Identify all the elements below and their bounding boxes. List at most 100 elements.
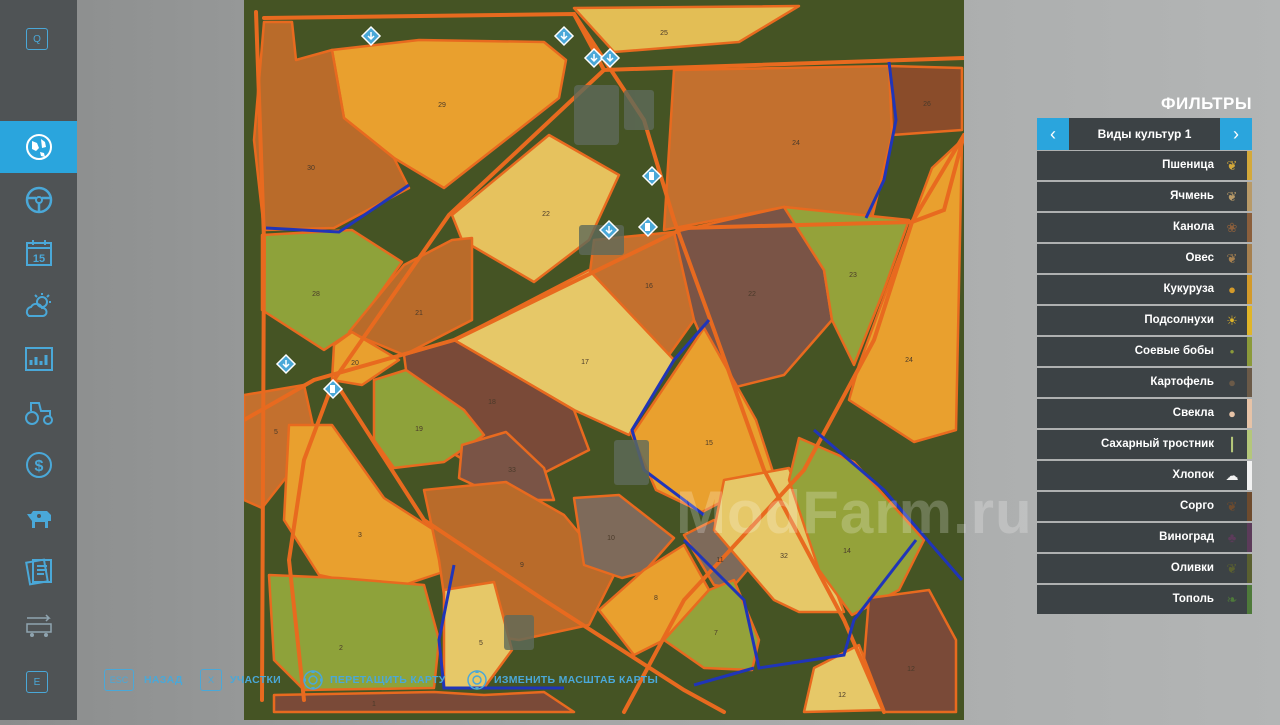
crop-filter-row[interactable]: Сахарный тростник ┃	[1037, 430, 1252, 459]
grape-icon: ♣	[1227, 530, 1237, 545]
x-key-hint: X	[200, 669, 222, 691]
filter-type-selector[interactable]: ‹ Виды культур 1 ›	[1037, 118, 1252, 150]
help-fields[interactable]: X УЧАСТКИ	[200, 668, 281, 692]
calendar-tab[interactable]: 15	[0, 227, 77, 279]
help-drag-map: ПЕРЕТАЩИТЬ КАРТУ	[302, 668, 446, 692]
field-label: 33	[508, 467, 516, 474]
field-label: 22	[748, 291, 756, 298]
crop-filter-label: Овес	[1185, 252, 1214, 264]
field-label: 26	[923, 101, 931, 108]
crop-filter-label: Оливки	[1170, 562, 1214, 574]
crop-color-swatch	[1247, 151, 1252, 180]
animals-tab[interactable]	[0, 492, 77, 544]
money-icon: $	[25, 452, 52, 478]
oat-icon: ❦	[1226, 251, 1238, 266]
filter-next-button[interactable]: ›	[1220, 118, 1252, 150]
field-label: 14	[843, 548, 851, 555]
field-label: 5	[274, 429, 278, 436]
field-label: 8	[654, 595, 658, 602]
crop-color-swatch	[1247, 275, 1252, 304]
help-back-label: НАЗАД	[144, 674, 183, 686]
crop-filter-row[interactable]: Кукуруза ●	[1037, 275, 1252, 304]
crop-filter-row[interactable]: Подсолнухи ☀	[1037, 306, 1252, 335]
map-tab[interactable]	[0, 121, 77, 173]
stats-icon	[24, 347, 53, 371]
crop-filter-row[interactable]: Виноград ♣	[1037, 523, 1252, 552]
field-label: 23	[849, 272, 857, 279]
potato-icon: ●	[1228, 375, 1236, 390]
crop-filter-row[interactable]: Овес ❦	[1037, 244, 1252, 273]
crop-color-swatch	[1247, 399, 1252, 428]
crop-color-swatch	[1247, 554, 1252, 583]
field-label: 7	[714, 630, 718, 637]
crop-filter-row[interactable]: Ячмень ❦	[1037, 182, 1252, 211]
crop-filter-label: Пшеница	[1162, 159, 1214, 171]
production-tab[interactable]	[0, 598, 77, 650]
crop-filter-label: Сорго	[1179, 500, 1214, 512]
crop-filter-label: Канола	[1173, 221, 1214, 233]
sugarcane-icon: ┃	[1228, 437, 1236, 452]
crop-filter-label: Подсолнухи	[1144, 314, 1214, 326]
help-back[interactable]: ESC НАЗАД	[104, 668, 183, 692]
soybean-icon: •	[1229, 344, 1235, 359]
crop-filter-row[interactable]: Соевые бобы •	[1037, 337, 1252, 366]
crop-color-swatch	[1247, 244, 1252, 273]
crop-filter-row[interactable]: Хлопок ☁	[1037, 461, 1252, 490]
cotton-icon: ☁	[1225, 468, 1239, 483]
wheat-icon: ❦	[1226, 158, 1238, 173]
crop-filter-row[interactable]: Свекла ●	[1037, 399, 1252, 428]
field-label: 9	[520, 562, 524, 569]
steering-wheel-icon	[25, 186, 52, 214]
crop-color-swatch	[1247, 368, 1252, 397]
statistics-tab[interactable]	[0, 333, 77, 385]
field-label: 11	[716, 557, 723, 564]
crop-color-swatch	[1247, 585, 1252, 614]
field-label: 3	[358, 532, 362, 539]
watermark-text: ModFarm.ru	[676, 479, 1033, 546]
sorghum-icon: ❦	[1226, 499, 1238, 514]
filter-prev-button[interactable]: ‹	[1037, 118, 1069, 150]
beet-icon: ●	[1228, 406, 1236, 421]
crop-filter-label: Тополь	[1172, 593, 1214, 605]
field-label: 17	[581, 359, 589, 366]
field-label: 1	[372, 701, 376, 708]
crop-filter-row[interactable]: Сорго ❦	[1037, 492, 1252, 521]
crop-filter-label: Хлопок	[1172, 469, 1214, 481]
farm-map[interactable]: 29 30 25 26 24 22 28 21 20 16 22 23 24 1…	[242, 0, 966, 720]
sunflower-icon: ☀	[1226, 313, 1238, 328]
contracts-tab[interactable]	[0, 545, 77, 597]
crop-filter-row[interactable]: Канола ❀	[1037, 213, 1252, 242]
weather-tab[interactable]	[0, 280, 77, 332]
next-page-key-hint: E	[26, 671, 48, 693]
field-label: 22	[542, 211, 550, 218]
crop-filter-label: Соевые бобы	[1134, 345, 1214, 357]
field-label: 12	[907, 666, 915, 673]
crop-color-swatch	[1247, 213, 1252, 242]
finances-tab[interactable]: $	[0, 439, 77, 491]
crop-color-swatch	[1247, 461, 1252, 490]
field-label: 20	[351, 360, 359, 367]
vehicles-tab[interactable]	[0, 174, 77, 226]
crop-filter-label: Ячмень	[1170, 190, 1214, 202]
crop-filter-label: Кукуруза	[1163, 283, 1215, 295]
field-label: 30	[307, 165, 315, 172]
garage-tab[interactable]	[0, 386, 77, 438]
crop-color-swatch	[1247, 306, 1252, 335]
crop-filter-row[interactable]: Оливки ❦	[1037, 554, 1252, 583]
crop-filter-row[interactable]: Картофель ●	[1037, 368, 1252, 397]
field-label: 16	[645, 283, 653, 290]
crop-filter-row[interactable]: Тополь ❧	[1037, 585, 1252, 614]
svg-text:$: $	[34, 458, 43, 475]
field-label: 2	[339, 645, 343, 652]
svg-text:15: 15	[32, 253, 44, 265]
crop-filter-row[interactable]: Пшеница ❦	[1037, 151, 1252, 180]
help-zoom-map-label: ИЗМЕНИТЬ МАСШТАБ КАРТЫ	[494, 674, 659, 686]
crop-color-swatch	[1247, 182, 1252, 211]
crop-filter-label: Свекла	[1172, 407, 1214, 419]
map-icon	[25, 134, 52, 160]
crop-filter-label: Виноград	[1159, 531, 1214, 543]
help-zoom-map: ИЗМЕНИТЬ МАСШТАБ КАРТЫ	[466, 668, 658, 692]
field-label: 25	[660, 30, 668, 37]
field-label: 32	[780, 553, 788, 560]
left-stick-icon	[303, 670, 323, 690]
